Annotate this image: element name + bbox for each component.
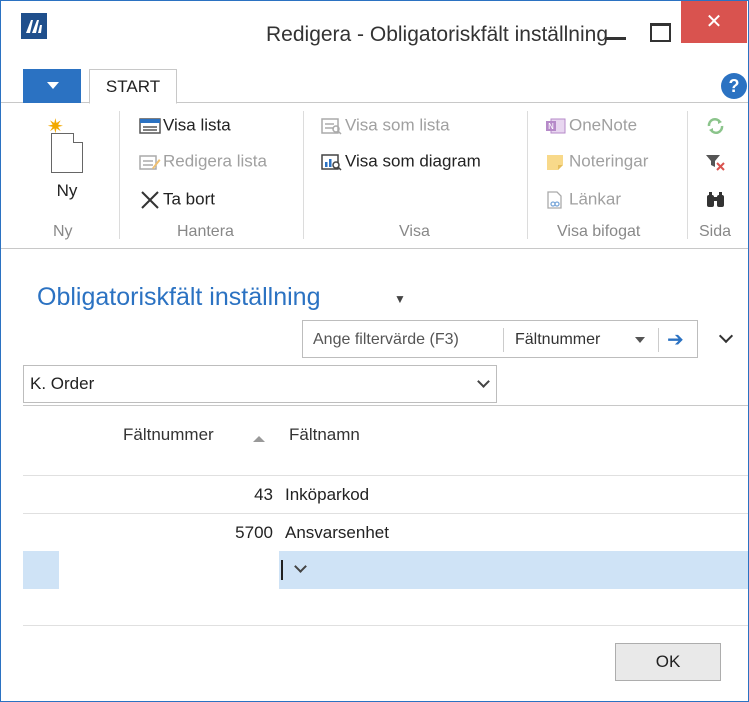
close-button[interactable]: ✕ [681, 1, 747, 43]
new-star-icon: ✷ [47, 116, 64, 138]
filter-input[interactable]: Ange filtervärde (F3) [313, 331, 459, 349]
group-label-ny: Ny [53, 223, 73, 240]
new-document-icon [51, 133, 83, 173]
ribbon-menu-button[interactable] [23, 69, 81, 103]
filter-field-arrow-icon[interactable] [635, 337, 645, 343]
page-title-dropdown-icon[interactable]: ▼ [394, 292, 406, 306]
show-as-chart-label: Visa som diagram [345, 151, 481, 171]
filter-divider [503, 328, 504, 352]
delete-x-icon [139, 190, 161, 209]
cell-faltnummer[interactable]: 5700 [123, 523, 273, 543]
edit-list-button[interactable]: Redigera lista [139, 151, 267, 172]
filter-divider [658, 328, 659, 352]
row-divider [23, 475, 748, 476]
dialog-window: Redigera - Obligatoriskfält inställning … [0, 0, 749, 702]
text-caret [281, 560, 283, 580]
column-header-faltnamn[interactable]: Fältnamn [289, 425, 360, 445]
show-list-label: Visa lista [163, 115, 231, 135]
onenote-button[interactable]: N OneNote [545, 115, 637, 136]
maximize-button[interactable] [643, 15, 673, 45]
grid-divider [23, 625, 748, 626]
onenote-label: OneNote [569, 115, 638, 135]
show-as-list-label: Visa som lista [345, 115, 450, 135]
minimize-button[interactable] [601, 15, 631, 45]
clear-filter-button[interactable] [705, 151, 729, 171]
new-row-field-input[interactable] [59, 551, 283, 589]
column-header-faltnummer[interactable]: Fältnummer [123, 425, 214, 445]
window-title: Redigera - Obligatoriskfält inställning [266, 23, 608, 46]
show-as-list-button[interactable]: Visa som lista [321, 115, 450, 136]
delete-label: Ta bort [163, 189, 215, 209]
view-select-value: K. Order [30, 374, 95, 393]
group-divider [303, 111, 304, 239]
refresh-icon [705, 117, 727, 135]
help-icon[interactable]: ? [721, 73, 747, 99]
clear-filter-icon [705, 153, 727, 171]
show-as-list-icon [321, 117, 343, 135]
group-label-visa: Visa [399, 223, 430, 240]
show-as-chart-button[interactable]: Visa som diagram [321, 151, 481, 172]
ok-button[interactable]: OK [615, 643, 721, 681]
apply-filter-arrow-icon[interactable]: ➔ [667, 327, 684, 352]
filter-field-select[interactable]: Fältnummer [515, 331, 600, 349]
new-row[interactable] [23, 551, 748, 589]
new-button-label: Ny [56, 181, 78, 200]
chevron-down-icon[interactable] [478, 378, 488, 388]
chevron-down-icon[interactable] [295, 564, 305, 574]
link-document-icon [545, 190, 567, 209]
grid-divider [23, 405, 748, 406]
show-list-button[interactable]: Visa lista [139, 115, 231, 136]
expand-filter-chevron-icon[interactable] [719, 331, 733, 345]
cell-faltnamn[interactable]: Ansvarsenhet [285, 523, 389, 543]
find-button[interactable] [705, 189, 729, 209]
svg-text:N: N [548, 122, 554, 131]
title-bar: Redigera - Obligatoriskfält inställning … [1, 1, 748, 53]
cell-faltnamn[interactable]: Inköparkod [285, 485, 369, 505]
note-icon [545, 153, 567, 171]
page-title: Obligatoriskfält inställning [37, 283, 321, 311]
edit-list-icon [139, 153, 161, 171]
list-window-icon [139, 117, 161, 135]
ribbon: ✷ Ny Ny Visa lista Redigera lista Ta bor… [1, 103, 748, 249]
refresh-button[interactable] [705, 115, 729, 135]
group-divider [527, 111, 528, 239]
notes-button[interactable]: Noteringar [545, 151, 648, 172]
new-button[interactable]: ✷ Ny [41, 113, 93, 203]
group-divider [119, 111, 120, 239]
row-divider [23, 513, 748, 514]
binoculars-icon [705, 191, 727, 209]
notes-label: Noteringar [569, 151, 649, 171]
show-as-chart-icon [321, 153, 343, 171]
onenote-icon: N [545, 117, 567, 135]
links-label: Länkar [569, 189, 621, 209]
tab-start[interactable]: START [89, 69, 177, 104]
cell-faltnummer[interactable]: 43 [123, 485, 273, 505]
group-divider [687, 111, 688, 239]
ribbon-tabs: START ? [1, 69, 748, 104]
filter-box: Ange filtervärde (F3) Fältnummer ➔ [302, 320, 698, 358]
sort-ascending-icon [253, 436, 265, 442]
group-label-sida: Sida [699, 223, 732, 240]
group-label-visa-bifogat: Visa bifogat [557, 223, 641, 240]
view-select[interactable]: K. Order [23, 365, 497, 403]
links-button[interactable]: Länkar [545, 189, 621, 210]
delete-button[interactable]: Ta bort [139, 189, 215, 210]
edit-list-label: Redigera lista [163, 151, 267, 171]
group-label-hantera: Hantera [177, 223, 234, 240]
